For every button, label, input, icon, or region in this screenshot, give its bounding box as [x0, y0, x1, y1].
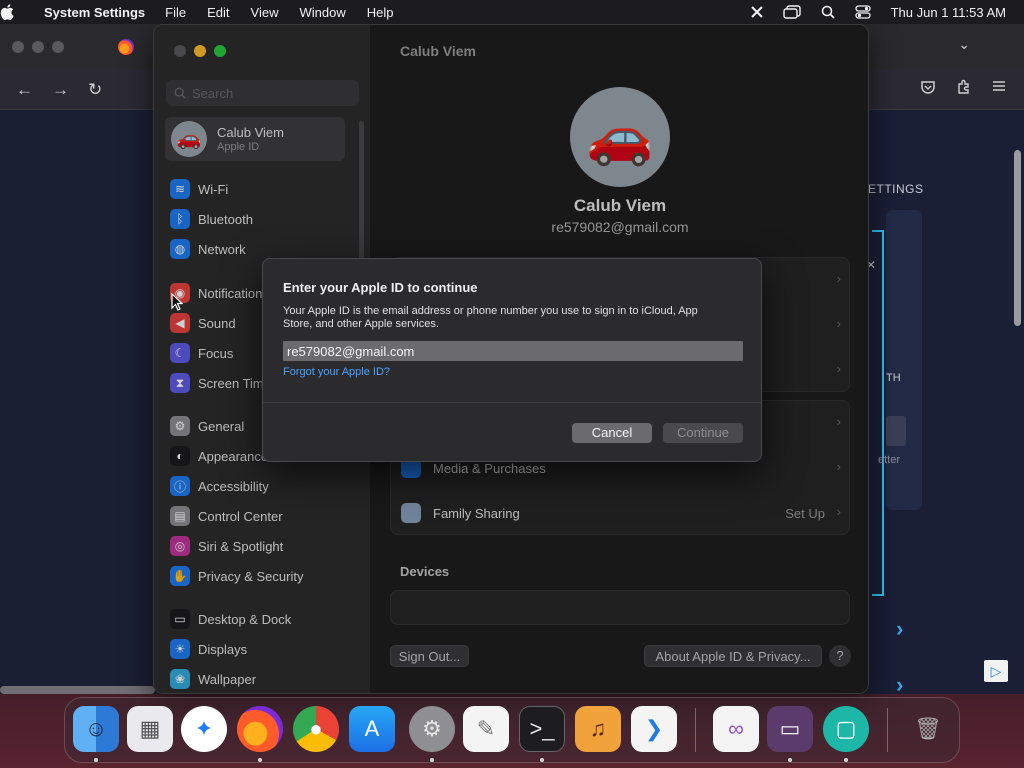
- reload-icon[interactable]: ↻: [88, 80, 102, 100]
- apple-menu-icon[interactable]: [0, 4, 44, 20]
- menu-edit[interactable]: Edit: [207, 5, 229, 20]
- safari-icon[interactable]: ✦: [181, 706, 227, 752]
- apple-id-input[interactable]: [283, 341, 743, 361]
- adchoices-icon[interactable]: ▷: [984, 660, 1008, 682]
- remote-desktop-icon[interactable]: ▭: [767, 706, 813, 752]
- running-indicator: [540, 758, 544, 762]
- back-arrow-icon[interactable]: ←: [16, 80, 33, 100]
- visual-studio-icon[interactable]: ∞: [713, 706, 759, 752]
- continue-button[interactable]: Continue: [663, 423, 743, 443]
- browser-zoom-dot[interactable]: [52, 41, 64, 53]
- running-indicator: [844, 758, 848, 762]
- forgot-apple-id-link[interactable]: Forgot your Apple ID?: [283, 366, 390, 378]
- terminal-icon[interactable]: >_: [519, 706, 565, 752]
- forward-arrow-icon[interactable]: →: [52, 80, 69, 100]
- finder-icon[interactable]: ☺: [73, 706, 119, 752]
- firefox-icon[interactable]: [237, 706, 283, 752]
- page-highlight-frame: [872, 230, 884, 596]
- garageband-icon[interactable]: ♫: [575, 706, 621, 752]
- tab-list-chevron-icon[interactable]: ⌄: [958, 36, 970, 53]
- launchpad-icon[interactable]: ▦: [127, 706, 173, 752]
- cancel-button[interactable]: Cancel: [572, 423, 652, 443]
- hamburger-menu-icon[interactable]: [992, 79, 1006, 98]
- horizontal-scrollbar[interactable]: [0, 686, 155, 694]
- app-store-icon[interactable]: A: [349, 706, 395, 752]
- menu-help[interactable]: Help: [367, 5, 394, 20]
- control-center-icon[interactable]: [854, 5, 871, 19]
- web-page-content: ETTINGS ✕ TH etter › ›: [866, 110, 1024, 697]
- dock: ☺ ▦ ✦ ● A ⚙ ✎ >_ ♫ ❯ ∞ ▭ ▢ 🗑: [64, 697, 960, 763]
- dialog-title: Enter your Apple ID to continue: [283, 280, 478, 295]
- menu-clock[interactable]: Thu Jun 1 11:53 AM: [891, 5, 1006, 20]
- menu-view[interactable]: View: [251, 5, 279, 20]
- dialog-description: Your Apple ID is the email address or ph…: [283, 305, 698, 330]
- page-th-text: TH: [886, 372, 901, 384]
- page-chevron-right-icon[interactable]: ›: [896, 616, 903, 642]
- running-indicator: [430, 758, 434, 762]
- menu-window[interactable]: Window: [299, 5, 345, 20]
- browser-close-dot[interactable]: [12, 41, 24, 53]
- vscode-icon[interactable]: ❯: [631, 706, 677, 752]
- menu-bar: System Settings File Edit View Window He…: [0, 0, 1024, 24]
- extensions-icon[interactable]: [956, 79, 972, 100]
- pocket-icon[interactable]: [920, 79, 936, 100]
- page-chevron-right-icon-2[interactable]: ›: [896, 672, 903, 698]
- firefox-tab-icon[interactable]: [118, 39, 134, 55]
- dock-separator: [887, 708, 888, 752]
- window-switcher-icon[interactable]: [782, 5, 801, 19]
- page-settings-heading: ETTINGS: [868, 182, 924, 196]
- window-app-icon[interactable]: ▢: [823, 706, 869, 752]
- running-indicator: [258, 758, 262, 762]
- page-scrollbar[interactable]: [1014, 150, 1021, 326]
- chrome-icon[interactable]: ●: [293, 706, 339, 752]
- trash-icon[interactable]: 🗑: [905, 706, 951, 752]
- browser-minimize-dot[interactable]: [32, 41, 44, 53]
- dock-separator: [695, 708, 696, 752]
- apple-id-sign-in-dialog: Enter your Apple ID to continue Your App…: [262, 258, 762, 462]
- system-settings-icon[interactable]: ⚙: [409, 706, 455, 752]
- app-name-menu[interactable]: System Settings: [44, 5, 145, 20]
- mouse-pointer-icon: [171, 292, 184, 316]
- textedit-icon[interactable]: ✎: [463, 706, 509, 752]
- dialog-divider: [263, 402, 761, 403]
- page-letter-text: etter: [878, 454, 901, 466]
- running-indicator: [94, 758, 98, 762]
- page-box: [886, 416, 906, 446]
- spotlight-search-icon[interactable]: [821, 5, 835, 19]
- menu-file[interactable]: File: [165, 5, 186, 20]
- running-indicator: [788, 758, 792, 762]
- close-x-status-icon[interactable]: [750, 6, 763, 18]
